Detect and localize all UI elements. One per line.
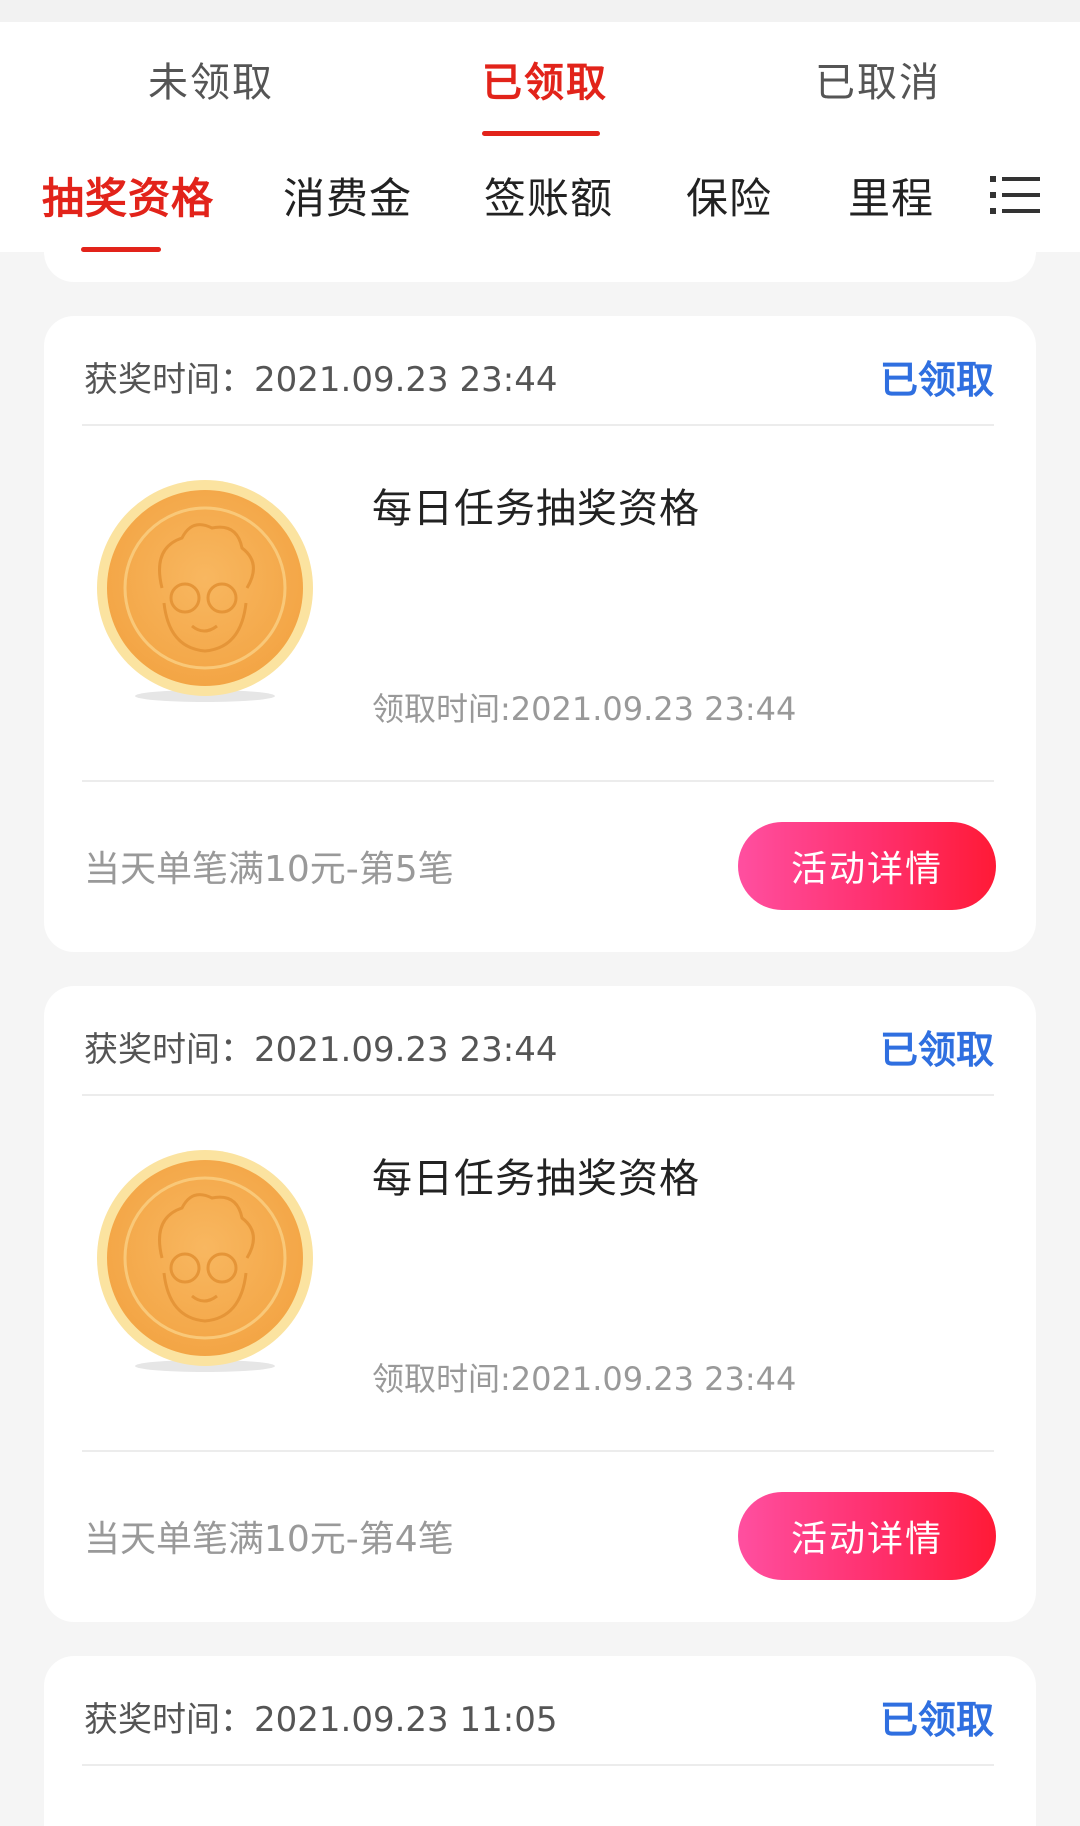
activity-details-button[interactable]: 活动详情 (738, 822, 996, 910)
tab-mileage[interactable]: 里程 (848, 165, 934, 226)
prize-title: 每日任务抽奖资格 (372, 1156, 700, 1202)
divider (82, 1094, 994, 1096)
prize-title: 每日任务抽奖资格 (372, 486, 700, 532)
card-header: 获奖时间：2021.09.23 23:44 已领取 (44, 986, 1036, 1096)
award-time: 获奖时间：2021.09.23 23:44 (84, 1030, 558, 1070)
prize-card: 获奖时间：2021.09.23 23:44 已领取 每日任务抽奖资格 领取时间:… (44, 986, 1036, 1622)
tab-sign-amount[interactable]: 签账额 (484, 165, 613, 226)
activity-details-button[interactable]: 活动详情 (738, 1492, 996, 1580)
tab-insurance[interactable]: 保险 (686, 165, 772, 226)
claim-time: 领取时间:2021.09.23 23:44 (372, 1360, 797, 1398)
prize-card: 获奖时间：2021.09.23 11:05 已领取 (44, 1656, 1036, 1826)
tab-unclaimed[interactable]: 未领取 (148, 50, 274, 108)
status-tab-underline (482, 131, 600, 136)
tab-cancelled[interactable]: 已取消 (815, 50, 941, 108)
award-time: 获奖时间：2021.09.23 23:44 (84, 360, 558, 400)
claim-time: 领取时间:2021.09.23 23:44 (372, 690, 797, 728)
list-menu-icon[interactable] (990, 172, 1040, 218)
rule-text: 当天单笔满10元-第4笔 (84, 1519, 454, 1560)
tab-consumption-credit[interactable]: 消费金 (283, 165, 412, 226)
top-strip (0, 0, 1080, 22)
coin-icon (97, 1150, 313, 1372)
tab-claimed[interactable]: 已领取 (482, 50, 608, 108)
claimed-status: 已领取 (879, 358, 994, 402)
card-header: 获奖时间：2021.09.23 11:05 已领取 (44, 1656, 1036, 1766)
award-time: 获奖时间：2021.09.23 11:05 (84, 1700, 558, 1740)
divider (82, 780, 994, 782)
category-tab-underline (81, 247, 161, 252)
header: 未领取 已领取 已取消 抽奖资格 消费金 签账额 保险 里程 (0, 22, 1080, 252)
card-header: 获奖时间：2021.09.23 23:44 已领取 (44, 316, 1036, 426)
divider (82, 424, 994, 426)
claimed-status: 已领取 (879, 1028, 994, 1072)
claimed-status: 已领取 (879, 1698, 994, 1742)
rule-text: 当天单笔满10元-第5笔 (84, 849, 454, 890)
tab-lottery-qualification[interactable]: 抽奖资格 (42, 165, 214, 226)
prize-card: 获奖时间：2021.09.23 23:44 已领取 每日任务抽奖资格 领取时间:… (44, 316, 1036, 952)
divider (82, 1764, 994, 1766)
coin-icon (97, 480, 313, 702)
divider (82, 1450, 994, 1452)
